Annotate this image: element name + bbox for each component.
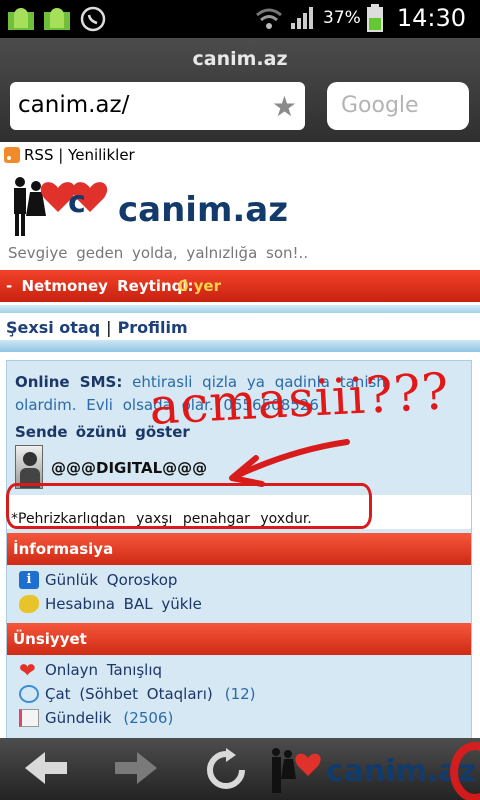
netmoney-rating-bar: - Netmoney Reytinqi: 0 yer — [0, 270, 480, 302]
list-item-count: (12) — [224, 685, 256, 703]
battery-percent: 37% — [323, 8, 361, 28]
couple-hearts-logo-icon: c — [14, 177, 108, 236]
back-arrow-icon — [25, 752, 67, 784]
user-nav: Şexsi otaq | Profilim — [6, 318, 188, 337]
coins-icon — [19, 595, 39, 613]
list-item-online-dating[interactable]: ❤ Onlayn Tanışlıq — [19, 658, 162, 682]
android-debug-icon — [8, 8, 34, 30]
url-text[interactable]: canim.az/ — [18, 92, 129, 118]
url-bar[interactable]: canim.az/ ★ — [10, 82, 305, 130]
netmoney-value: 0 yer — [178, 277, 222, 295]
android-usb-icon — [44, 8, 70, 30]
page-title: canim.az — [192, 48, 288, 70]
battery-icon — [366, 4, 383, 32]
section-title: İnformasiya — [13, 540, 114, 558]
list-item-label[interactable]: Günlük Qoroskop — [45, 571, 177, 589]
forward-arrow-icon — [115, 752, 157, 784]
logo-text: canim.az — [118, 190, 289, 230]
search-placeholder: Google — [341, 93, 419, 118]
opera-icon[interactable] — [450, 742, 480, 800]
online-sms-label: Online SMS: — [15, 373, 123, 391]
browser-toolbar: canim.az — [0, 738, 480, 800]
heart-icon: ❤ — [19, 658, 36, 682]
featured-username[interactable]: @@@DIGITAL@@@ — [51, 459, 207, 477]
annotation-arrow-icon — [229, 439, 350, 487]
rss-icon — [4, 147, 20, 163]
section-title: Ünsiyyet — [13, 630, 87, 648]
list-item-label[interactable]: Hesabına BAL yükle — [45, 595, 202, 613]
browser-chrome: canim.az canim.az/ ★ Google — [0, 38, 480, 142]
bookmark-star-icon[interactable]: ★ — [272, 90, 297, 123]
reload-icon — [207, 748, 245, 789]
search-input[interactable]: Google — [327, 82, 469, 130]
wifi-icon — [256, 8, 282, 29]
nav-separator: | — [106, 318, 112, 337]
back-button[interactable] — [16, 748, 76, 792]
section-header-unsiyyet: Ünsiyyet — [7, 623, 471, 655]
list-item-chat[interactable]: Çat (Söhbet Otaqları) (12) — [19, 685, 256, 703]
list-item-label[interactable]: Gündelik — [45, 709, 111, 727]
clock: 14:30 — [396, 4, 466, 32]
nav-personal-room-link[interactable]: Şexsi otaq — [6, 318, 100, 337]
svg-text:c: c — [68, 185, 86, 220]
list-item-count: (2506) — [123, 709, 174, 727]
section-header-informasiya: İnformasiya — [7, 533, 471, 565]
list-item-label[interactable]: Çat (Söhbet Otaqları) — [45, 685, 213, 703]
annotation-highlight — [6, 483, 372, 529]
notebook-icon — [19, 709, 39, 727]
signal-icon — [291, 7, 314, 29]
divider — [0, 305, 480, 313]
nav-profile-link[interactable]: Profilim — [118, 318, 188, 337]
list-item-diary[interactable]: Gündelik (2506) — [19, 709, 173, 727]
couple-hearts-logo-icon — [272, 748, 321, 793]
site-logo[interactable]: c canim.az — [8, 170, 288, 240]
list-item-add-balance[interactable]: Hesabına BAL yükle — [19, 595, 202, 613]
list-item-label[interactable]: Onlayn Tanışlıq — [45, 661, 162, 679]
chat-icon — [19, 685, 39, 703]
divider — [0, 340, 480, 352]
list-item-horoscope[interactable]: i Günlük Qoroskop — [19, 571, 177, 589]
site-slogan: Sevgiye geden yolda, yalnızlığa son!.. — [8, 244, 309, 262]
rss-link[interactable]: RSS | Yenilikler — [4, 146, 135, 164]
toolbar-site-logo[interactable]: canim.az — [268, 742, 480, 800]
info-icon: i — [19, 571, 39, 589]
status-bar: 37% 14:30 — [0, 0, 480, 38]
reload-button[interactable] — [196, 748, 256, 792]
forward-button[interactable] — [106, 748, 166, 792]
rss-label[interactable]: RSS | Yenilikler — [24, 146, 135, 164]
whatsapp-icon — [80, 6, 106, 32]
netmoney-label: - Netmoney Reytinqi: — [6, 277, 194, 295]
